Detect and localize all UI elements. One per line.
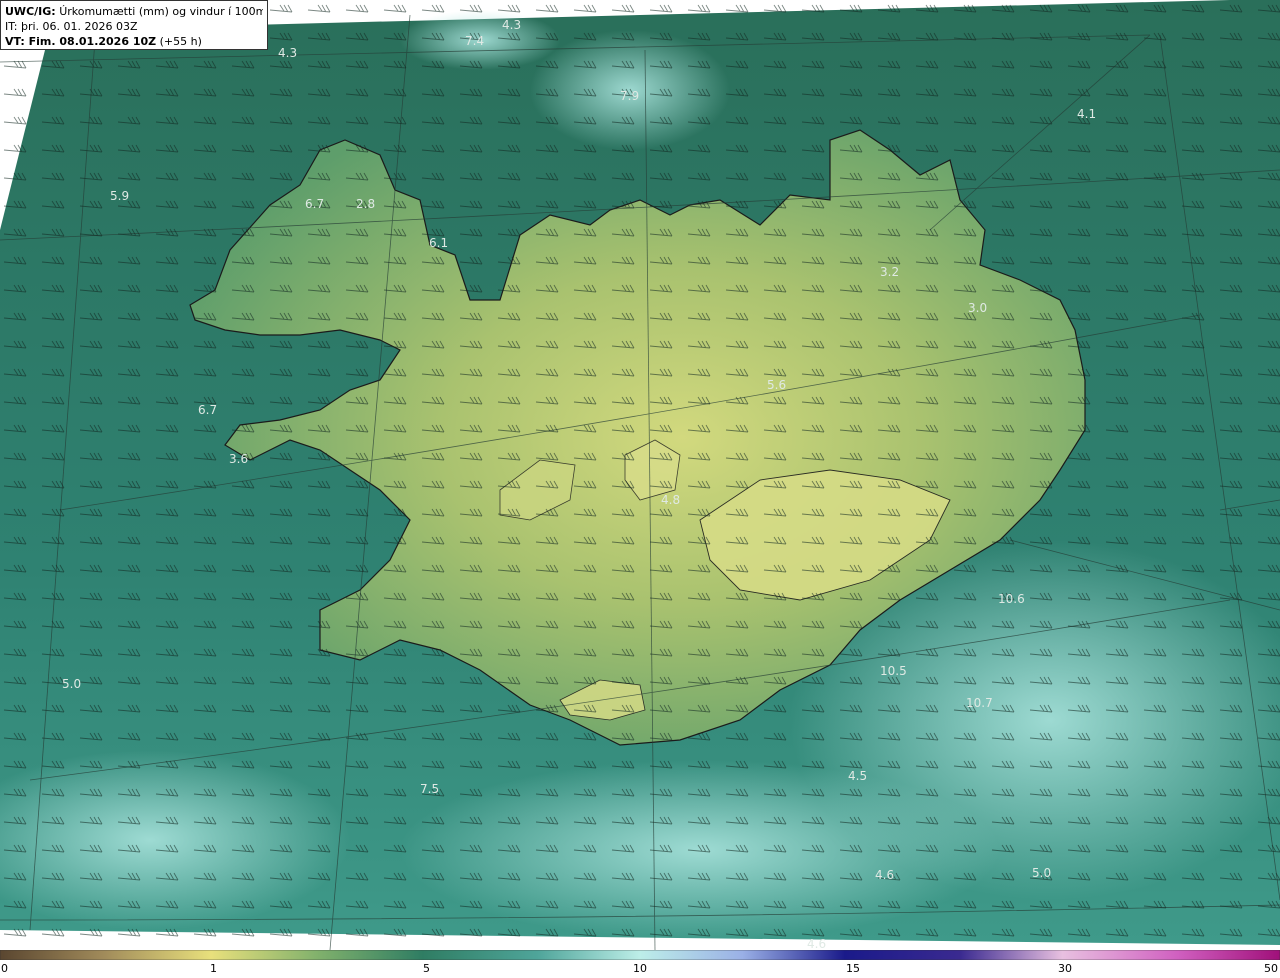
product-code: UWC/IG: (5, 5, 56, 18)
value-label: 3.2 (880, 265, 899, 279)
value-label: 3.0 (968, 301, 987, 315)
product-title: Úrkomumætti (mm) og vindur í 100m hæð (59, 5, 263, 18)
colorbar-tick: 5 (423, 962, 430, 975)
value-label: 5.9 (110, 189, 129, 203)
colorbar-ticks: 0 1 5 10 15 30 50 (0, 961, 1280, 978)
colorbar-tick: 30 (1058, 962, 1072, 975)
value-label: 10.6 (998, 592, 1025, 606)
value-label: 2.8 (356, 197, 375, 211)
value-label: 4.6 (875, 868, 894, 882)
value-label: 7.9 (620, 89, 639, 103)
value-label: 6.1 (429, 236, 448, 250)
value-label: 5.0 (1032, 866, 1051, 880)
value-label: 7.4 (465, 34, 484, 48)
value-label: 6.7 (305, 197, 324, 211)
colorbar-tick: 15 (846, 962, 860, 975)
value-label: 4.6 (807, 937, 826, 950)
colorbar-tick: 1 (210, 962, 217, 975)
value-label: 4.5 (848, 769, 867, 783)
value-label: 4.1 (1077, 107, 1096, 121)
valid-time: VT: Fim. 08.01.2026 10Z (5, 35, 157, 48)
value-label: 10.7 (966, 696, 993, 710)
value-label: 4.3 (502, 18, 521, 32)
valid-time-line: VT: Fim. 08.01.2026 10Z (+55 h) (5, 34, 263, 49)
colorbar-tick: 0 (1, 962, 8, 975)
value-label: 4.8 (661, 493, 680, 507)
value-label: 4.3 (278, 46, 297, 60)
title-line: UWC/IG: Úrkomumætti (mm) og vindur í 100… (5, 4, 263, 19)
forecast-map: 4.3 7.4 4.3 7.9 4.1 5.9 6.7 2.8 6.1 3.2 … (0, 0, 1280, 950)
value-label: 7.5 (420, 782, 439, 796)
value-label: 5.6 (767, 378, 786, 392)
forecast-lead: (+55 h) (159, 35, 202, 48)
value-label: 6.7 (198, 403, 217, 417)
value-label: 10.5 (880, 664, 907, 678)
wind-barbs (0, 0, 1280, 950)
colorbar-gradient (0, 950, 1280, 960)
issue-time: IT: þri. 06. 01. 2026 03Z (5, 20, 138, 33)
map-info-box: UWC/IG: Úrkomumætti (mm) og vindur í 100… (0, 0, 268, 50)
colorbar (0, 950, 1280, 960)
colorbar-tick: 50 (1264, 962, 1278, 975)
colorbar-tick: 10 (633, 962, 647, 975)
value-label: 3.6 (229, 452, 248, 466)
value-label: 5.0 (62, 677, 81, 691)
